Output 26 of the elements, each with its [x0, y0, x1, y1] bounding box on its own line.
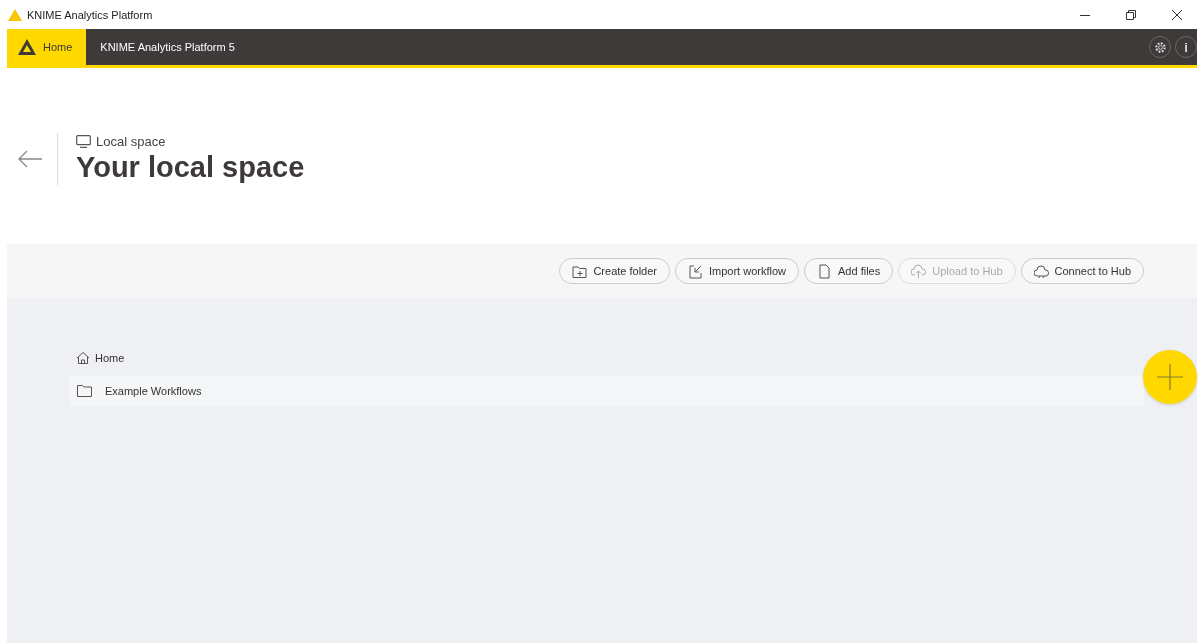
toolbar-button[interactable]: Create folder [559, 258, 670, 284]
tab[interactable]: Home [7, 29, 87, 65]
window-title: KNIME Analytics Platform [27, 8, 153, 21]
toolbar-button[interactable]: Add files [804, 258, 894, 284]
toolbar-button[interactable]: Import workflow [675, 258, 800, 284]
home-icon [76, 351, 90, 365]
app-logo-icon [8, 8, 22, 21]
settings-icon [1153, 40, 1167, 54]
folder-icon [77, 384, 93, 398]
folder-plus-icon [572, 263, 588, 279]
import-icon [688, 263, 703, 279]
tab[interactable]: KNIME Analytics Platform 5 [86, 29, 249, 65]
cloud-upload-icon [911, 263, 927, 279]
toolbar-button[interactable]: Connect to Hub [1020, 258, 1144, 284]
space-label: Local space [96, 134, 166, 149]
plus-icon [1157, 364, 1183, 390]
breadcrumb-link[interactable]: Home [95, 352, 125, 364]
cloud-icon [1033, 263, 1049, 279]
page-title: Your local space [76, 151, 305, 184]
file-icon [817, 263, 833, 279]
close-icon[interactable] [1172, 9, 1182, 20]
back-arrow-icon[interactable] [17, 149, 43, 169]
monitor-icon [76, 135, 91, 148]
restore-icon[interactable] [1126, 9, 1136, 20]
knime-logo-icon [17, 38, 37, 56]
folder-row[interactable]: Example Workflows [70, 376, 1144, 406]
